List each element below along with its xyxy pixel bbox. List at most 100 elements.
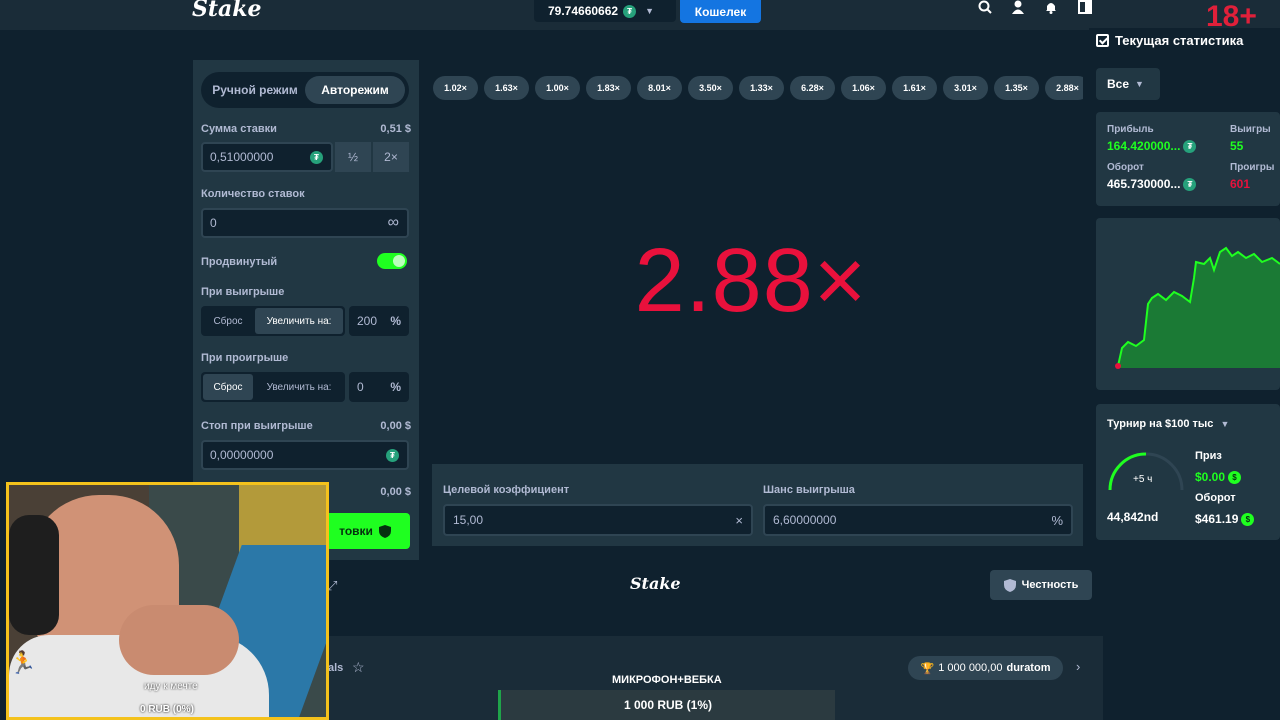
mode-toggle: Ручной режим Авторежим	[201, 72, 409, 108]
history-pill[interactable]: 1.83×	[586, 76, 631, 100]
bet-amount-value: 0,51000000	[210, 150, 274, 164]
target-multiplier-input[interactable]: 15,00 ×	[443, 504, 753, 536]
times-icon: ×	[735, 512, 743, 528]
shield-check-icon	[1003, 578, 1016, 592]
graph-start-point	[1115, 363, 1121, 369]
tournament-title-text: Турнир на $100 тыс	[1107, 418, 1214, 430]
history-pill[interactable]: 1.63×	[484, 76, 529, 100]
game-info-label: als	[328, 662, 344, 674]
history-pill[interactable]: 8.01×	[637, 76, 682, 100]
fairness-button[interactable]: Честность	[990, 570, 1092, 600]
tournament-timer-ring	[1108, 452, 1184, 491]
advanced-toggle[interactable]	[377, 253, 407, 269]
stream-goal-bar: 1 000 RUB (1%)	[498, 690, 835, 720]
history-pill[interactable]: 1.02×	[433, 76, 478, 100]
donation-goal: 0 RUB (0%)	[140, 704, 194, 715]
bet-button-label: товки	[339, 524, 373, 538]
history-pill[interactable]: 3.01×	[943, 76, 988, 100]
on-loss-percent-value: 0	[357, 380, 364, 394]
chevron-right-icon[interactable]: ›	[1076, 659, 1080, 674]
usdt-coin-icon: ₮	[1183, 177, 1197, 191]
search-icon[interactable]	[977, 0, 993, 14]
top-win-user: duratom	[1006, 662, 1051, 674]
on-win-percent-input[interactable]: 200 %	[349, 306, 409, 336]
history-pill[interactable]: 2.88×	[1045, 76, 1083, 100]
on-win-reset-button[interactable]: Сброс	[203, 308, 253, 334]
start-autobet-button[interactable]: товки	[320, 513, 410, 549]
stop-on-win-usd: 0,00 $	[380, 420, 411, 432]
number-of-bets-input[interactable]: 0 ∞	[201, 208, 409, 238]
trophy-icon: 🏆	[920, 662, 935, 675]
profit-area	[1118, 248, 1280, 368]
target-inputs: Целевой коэффициент 15,00 × Шанс выигрыш…	[432, 464, 1083, 546]
number-of-bets-value: 0	[210, 216, 217, 230]
tournament-turnover-label: Оборот	[1195, 492, 1236, 504]
history-pill[interactable]: 6.28×	[790, 76, 835, 100]
tournament-prize-value: $0.00 $	[1195, 470, 1242, 484]
tournament-prize-amount: $0.00	[1195, 470, 1226, 484]
win-chance-input[interactable]: 6,60000000 %	[763, 504, 1073, 536]
chevron-down-icon: ▼	[1220, 419, 1230, 429]
wager-amount: 465.730000...	[1107, 177, 1181, 191]
bet-amount-label: Сумма ставки	[201, 123, 277, 135]
half-bet-button[interactable]: ½	[335, 142, 371, 172]
infinity-icon: ∞	[387, 214, 399, 231]
tournament-turnover-amount: $461.19	[1195, 512, 1239, 526]
checkbox-icon	[1096, 34, 1109, 47]
webcam-caption: иду к мечте	[144, 681, 198, 692]
balance-value: 79.74660662	[548, 4, 619, 18]
tournament-card[interactable]: Турнир на $100 тыс ▼ +5 ч 44,842nd Приз …	[1096, 404, 1280, 540]
balance-selector[interactable]: 79.74660662 ₮ ▼	[534, 0, 676, 22]
on-win-percent-value: 200	[357, 314, 378, 328]
streamer-hands	[119, 605, 239, 675]
wallet-button[interactable]: Кошелек	[680, 0, 761, 23]
live-stats-title-text: Текущая статистика	[1115, 33, 1244, 48]
stop-on-win-label: Стоп при выигрыше	[201, 420, 313, 432]
game-footer	[320, 562, 1103, 608]
advanced-label: Продвинутый	[201, 256, 278, 268]
profit-amount: 164.420000...	[1107, 139, 1181, 153]
double-bet-button[interactable]: 2×	[373, 142, 409, 172]
chevron-down-icon: ▼	[1135, 79, 1144, 89]
history-pill[interactable]: 1.00×	[535, 76, 580, 100]
wager-value: 465.730000... ₮	[1107, 177, 1197, 191]
runner-icon: 🏃	[9, 650, 37, 675]
history-pill[interactable]: 1.06×	[841, 76, 886, 100]
coin-icon: $	[1241, 512, 1255, 526]
history-pill[interactable]: 3.50×	[688, 76, 733, 100]
on-loss-label: При проигрыше	[201, 352, 289, 364]
usdt-coin-icon: ₮	[1183, 139, 1197, 153]
bet-amount-input[interactable]: 0,51000000 ₮	[201, 142, 333, 172]
multiplier-history: 1.02× 1.63× 1.00× 1.83× 8.01× 3.50× 1.33× 6.28×…	[433, 76, 1083, 100]
star-icon[interactable]: ☆	[352, 659, 365, 676]
profit-graph	[1096, 218, 1280, 390]
headphones	[9, 515, 59, 635]
stake-logo[interactable]: Stake	[192, 0, 262, 22]
losses-value: 601	[1230, 177, 1251, 191]
on-loss-increase-button[interactable]: Увеличить на:	[255, 374, 343, 400]
shield-icon	[378, 524, 391, 538]
tab-auto[interactable]: Авторежим	[305, 76, 405, 104]
user-icon[interactable]	[1010, 0, 1026, 14]
win-chance-value: 6,60000000	[773, 513, 837, 527]
on-win-increase-button[interactable]: Увеличить на:	[255, 308, 343, 334]
history-pill[interactable]: 1.61×	[892, 76, 937, 100]
tournament-title: Турнир на $100 тыс ▼	[1107, 418, 1229, 430]
history-pill[interactable]: 1.33×	[739, 76, 784, 100]
bell-icon[interactable]	[1043, 0, 1059, 14]
left-sidebar	[0, 30, 192, 482]
stop-on-win-input[interactable]: 0,00000000 ₮	[201, 440, 409, 470]
tab-manual[interactable]: Ручной режим	[205, 76, 305, 104]
stats-filter-select[interactable]: Все ▼	[1096, 68, 1160, 100]
sidebar-icon[interactable]	[1077, 0, 1093, 14]
on-loss-reset-button[interactable]: Сброс	[203, 374, 253, 400]
top-win-pill[interactable]: 🏆 1 000 000,00 duratom	[908, 656, 1063, 680]
history-pill[interactable]: 1.35×	[994, 76, 1039, 100]
win-chance-label: Шанс выигрыша	[763, 484, 855, 496]
stop-on-loss-usd: 0,00 $	[380, 486, 411, 498]
percent-icon: %	[390, 380, 401, 394]
on-loss-percent-input[interactable]: 0 %	[349, 372, 409, 402]
wager-label: Оборот	[1107, 162, 1144, 173]
wins-value: 55	[1230, 139, 1244, 153]
live-stats-title: Текущая статистика	[1096, 33, 1243, 48]
